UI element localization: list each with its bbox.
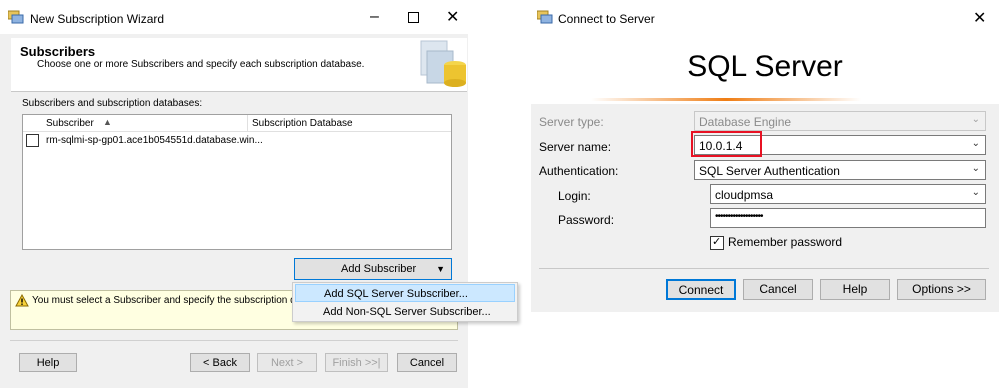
server-type-label: Server type: xyxy=(539,115,604,129)
product-name: SQL Server xyxy=(687,50,843,83)
connect-titlebar: Connect to Server ✕ xyxy=(531,0,999,34)
row-checkbox[interactable] xyxy=(26,134,39,147)
cancel-button[interactable]: Cancel xyxy=(397,353,457,372)
password-label: Password: xyxy=(558,213,615,227)
remember-password-label[interactable]: Remember password xyxy=(728,235,842,249)
app-icon xyxy=(537,10,553,24)
wizard-header: Subscribers Choose one or more Subscribe… xyxy=(11,38,467,92)
banner-accent-line xyxy=(591,98,861,101)
database-wizard-icon xyxy=(420,40,466,87)
help-button[interactable]: Help xyxy=(19,353,77,372)
help-button[interactable]: Help xyxy=(820,279,890,300)
remember-password-checkbox[interactable]: ✓ xyxy=(710,236,724,250)
wizard-title: New Subscription Wizard xyxy=(30,12,165,26)
back-button[interactable]: < Back xyxy=(190,353,250,372)
new-subscription-wizard-window: New Subscription Wizard – ✕ Subscribers … xyxy=(0,0,468,388)
maximize-icon[interactable] xyxy=(408,12,419,23)
connect-separator xyxy=(539,268,989,269)
grid-header: Subscriber ▲ Subscription Database xyxy=(23,115,451,132)
close-icon[interactable]: ✕ xyxy=(973,8,986,28)
server-type-select[interactable]: Database Engine ⌄ xyxy=(694,111,986,131)
server-name-label: Server name: xyxy=(539,140,612,154)
close-icon[interactable]: ✕ xyxy=(446,7,459,27)
login-label: Login: xyxy=(558,189,591,203)
sort-ascending-icon: ▲ xyxy=(103,117,112,127)
chevron-down-icon[interactable]: ⌄ xyxy=(972,138,980,149)
connect-title: Connect to Server xyxy=(558,12,655,26)
chevron-down-icon[interactable]: ⌄ xyxy=(972,187,980,198)
warning-icon xyxy=(15,294,29,307)
login-input[interactable]: cloudpmsa ⌄ xyxy=(710,184,986,204)
login-value: cloudpmsa xyxy=(715,188,774,202)
options-button[interactable]: Options >> xyxy=(897,279,986,300)
menu-item-label: Add Non-SQL Server Subscriber... xyxy=(323,306,491,318)
server-type-value: Database Engine xyxy=(699,115,792,129)
menu-item-add-sql-server-subscriber[interactable]: Add SQL Server Subscriber... xyxy=(295,284,515,302)
connect-button[interactable]: Connect xyxy=(666,279,736,300)
finish-button[interactable]: Finish >>| xyxy=(325,353,388,372)
authentication-select[interactable]: SQL Server Authentication ⌄ xyxy=(694,160,986,180)
table-row[interactable]: rm-sqlmi-sp-gp01.ace1b054551d.database.w… xyxy=(23,133,451,149)
authentication-value: SQL Server Authentication xyxy=(699,164,840,178)
header-title: Subscribers xyxy=(20,44,96,59)
connect-to-server-window: Connect to Server ✕ SQL Server Server ty… xyxy=(531,0,999,312)
column-subscription-database[interactable]: Subscription Database xyxy=(252,118,353,129)
chevron-down-icon: ⌄ xyxy=(971,114,980,125)
password-input[interactable]: ••••••••••••••••••• xyxy=(710,208,986,228)
password-value: ••••••••••••••••••• xyxy=(715,211,764,222)
product-banner: SQL Server xyxy=(531,34,999,104)
column-divider xyxy=(247,115,248,131)
wizard-titlebar: New Subscription Wizard – ✕ xyxy=(0,0,468,34)
menu-item-label: Add SQL Server Subscriber... xyxy=(324,288,468,300)
cancel-button[interactable]: Cancel xyxy=(743,279,813,300)
next-button[interactable]: Next > xyxy=(257,353,317,372)
column-subscriber[interactable]: Subscriber xyxy=(46,118,94,129)
server-name-highlight xyxy=(691,131,762,157)
add-subscriber-menu: Add SQL Server Subscriber... Add Non-SQL… xyxy=(292,282,518,322)
wizard-separator xyxy=(10,340,458,341)
section-label: Subscribers and subscription databases: xyxy=(22,98,203,109)
app-icon xyxy=(8,10,24,24)
authentication-label: Authentication: xyxy=(539,164,619,178)
header-description: Choose one or more Subscribers and speci… xyxy=(37,59,365,70)
subscribers-grid[interactable]: Subscriber ▲ Subscription Database rm-sq… xyxy=(22,114,452,250)
add-subscriber-label: Add Subscriber xyxy=(341,263,417,275)
chevron-down-icon[interactable]: ⌄ xyxy=(972,163,980,174)
minimize-icon[interactable]: – xyxy=(370,8,379,26)
add-subscriber-button[interactable]: Add Subscriber ▼ xyxy=(294,258,452,280)
menu-item-add-non-sql-server-subscriber[interactable]: Add Non-SQL Server Subscriber... xyxy=(295,303,515,321)
checkmark-icon: ✓ xyxy=(712,236,722,248)
warning-text: You must select a Subscriber and specify… xyxy=(32,295,326,306)
dropdown-arrow-icon[interactable]: ▼ xyxy=(436,260,445,278)
subscriber-cell: rm-sqlmi-sp-gp01.ace1b054551d.database.w… xyxy=(46,135,263,146)
